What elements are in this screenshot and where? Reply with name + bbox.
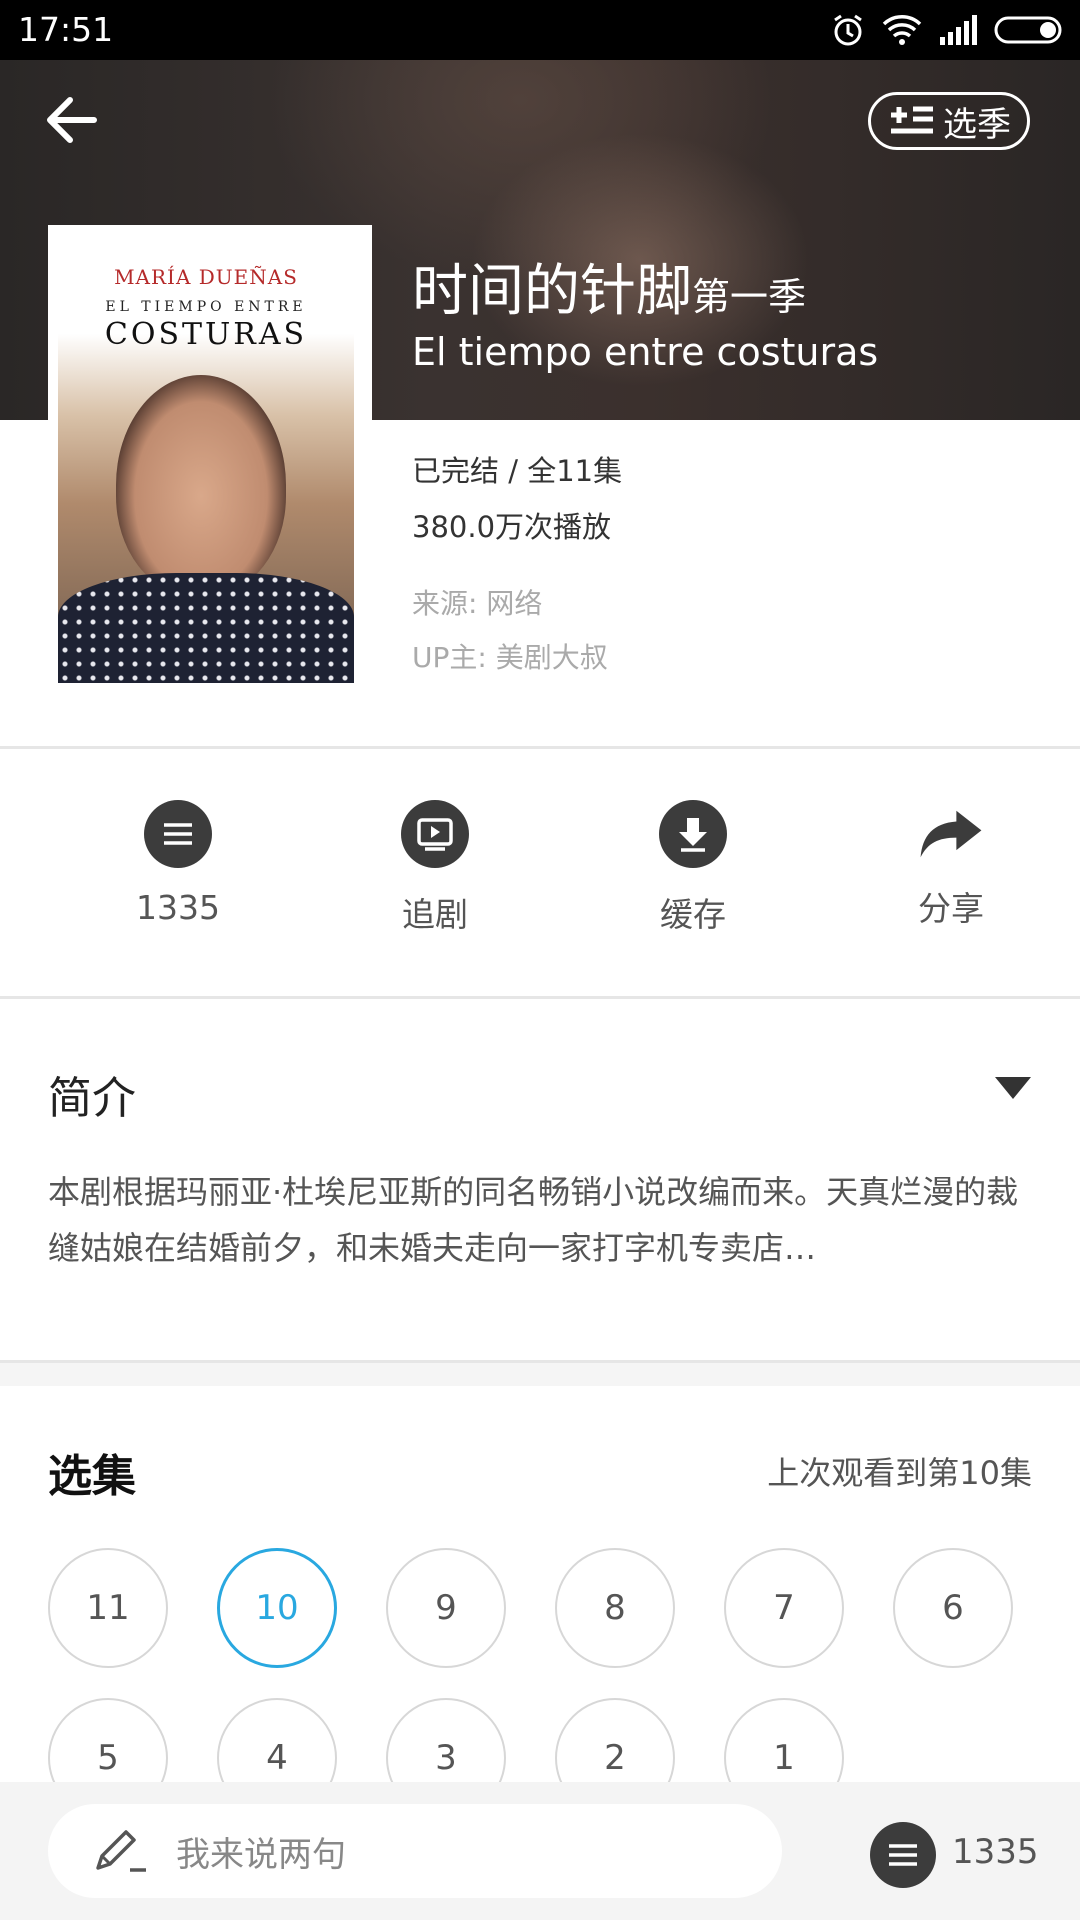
episode-button[interactable]: 6 bbox=[893, 1548, 1013, 1668]
status-time: 17:51 bbox=[18, 10, 114, 49]
play-count: 380.0万次播放 bbox=[412, 510, 612, 544]
back-button[interactable] bbox=[42, 92, 102, 148]
show-title-en: El tiempo entre costuras bbox=[412, 330, 879, 374]
poster-author: MARÍA DUEÑAS bbox=[114, 265, 298, 289]
expand-intro-icon[interactable] bbox=[995, 1077, 1031, 1099]
episodes-title: 选集 bbox=[48, 1451, 136, 1502]
comments-count-label: 1335 bbox=[136, 888, 220, 927]
share-icon bbox=[917, 800, 985, 868]
comment-input[interactable]: 我来说两句 bbox=[48, 1804, 782, 1898]
episode-button[interactable]: 7 bbox=[724, 1548, 844, 1668]
select-season-button[interactable]: 选季 bbox=[868, 92, 1030, 150]
divider bbox=[0, 746, 1080, 749]
poster-dress bbox=[58, 573, 354, 683]
poster-image: MARÍA DUEÑAS EL TIEMPO ENTRE COSTURAS bbox=[58, 235, 354, 683]
share-label: 分享 bbox=[918, 889, 984, 928]
download-icon bbox=[659, 800, 727, 868]
wifi-icon bbox=[882, 15, 922, 45]
intro-text: 本剧根据玛丽亚·杜埃尼亚斯的同名畅销小说改编而来。天真烂漫的裁缝姑娘在结婚前夕，… bbox=[48, 1173, 1019, 1267]
signal-icon bbox=[940, 15, 977, 45]
section-separator bbox=[0, 1360, 1080, 1386]
poster-face bbox=[116, 375, 286, 595]
episode-button[interactable]: 9 bbox=[386, 1548, 506, 1668]
comment-icon bbox=[144, 800, 212, 868]
share-action[interactable]: 分享 bbox=[851, 800, 1051, 930]
show-title: 时间的针脚第一季 bbox=[412, 246, 806, 327]
comment-placeholder: 我来说两句 bbox=[176, 1834, 346, 1875]
battery-icon bbox=[994, 16, 1062, 44]
follow-action[interactable]: 追剧 bbox=[335, 800, 535, 936]
episode-button-active[interactable]: 10 bbox=[217, 1548, 337, 1668]
pencil-icon bbox=[96, 1830, 146, 1872]
show-title-zh: 时间的针脚 bbox=[412, 259, 692, 324]
follow-label: 追剧 bbox=[402, 895, 468, 934]
intro-title: 简介 bbox=[48, 1073, 136, 1124]
download-label: 缓存 bbox=[660, 895, 726, 934]
poster-subtitle: EL TIEMPO ENTRE bbox=[105, 299, 307, 315]
follow-tv-icon bbox=[401, 800, 469, 868]
alarm-icon bbox=[834, 14, 862, 46]
comments-action[interactable]: 1335 bbox=[78, 800, 278, 927]
last-watched-label[interactable]: 上次观看到第10集 bbox=[767, 1448, 1032, 1494]
status-icons bbox=[830, 10, 1066, 50]
comment-count: 1335 bbox=[952, 1832, 1039, 1872]
status-bar: 17:51 bbox=[0, 0, 1080, 60]
season-label: 第一季 bbox=[692, 275, 807, 319]
episode-button[interactable]: 11 bbox=[48, 1548, 168, 1668]
comment-icon[interactable] bbox=[870, 1822, 936, 1888]
download-action[interactable]: 缓存 bbox=[593, 800, 793, 936]
poster: MARÍA DUEÑAS EL TIEMPO ENTRE COSTURAS bbox=[48, 225, 372, 687]
bottom-bar: 我来说两句 1335 bbox=[0, 1782, 1080, 1920]
uploader-label: UP主: 美剧大叔 bbox=[412, 641, 608, 674]
episode-button[interactable]: 8 bbox=[555, 1548, 675, 1668]
source-label: 来源: 网络 bbox=[412, 587, 543, 620]
back-arrow-icon bbox=[47, 97, 97, 143]
divider bbox=[0, 996, 1080, 999]
list-add-icon bbox=[891, 106, 933, 134]
show-status: 已完结 / 全11集 bbox=[412, 454, 623, 488]
poster-main-title: COSTURAS bbox=[104, 317, 308, 352]
season-button-label: 选季 bbox=[943, 104, 1011, 145]
